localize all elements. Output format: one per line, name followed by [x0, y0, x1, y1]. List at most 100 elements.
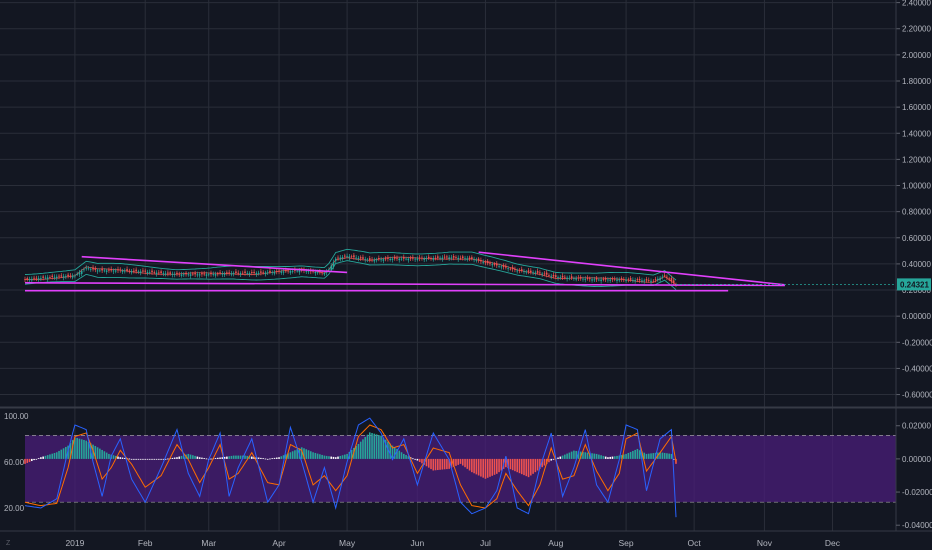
macd-histogram-bar [468, 458, 471, 471]
macd-histogram-bar [337, 456, 339, 459]
macd-histogram-bar [121, 457, 124, 459]
candle-body [557, 277, 559, 279]
oscillator-left-label: 60.00 [4, 458, 25, 467]
macd-histogram-bar [78, 438, 81, 459]
candle-body [611, 278, 614, 280]
oscillator-right-label: 0.02000 [902, 422, 931, 431]
macd-histogram-bar [294, 450, 296, 459]
candle-body [139, 271, 142, 273]
candle-body [602, 279, 605, 280]
macd-histogram-bar [341, 455, 344, 459]
macd-histogram-bar [613, 456, 616, 459]
candle-body [53, 276, 56, 278]
candle-body [85, 267, 88, 269]
oscillator-right-label: -0.02000 [902, 488, 932, 497]
candle-body [672, 280, 675, 283]
candle-body [573, 278, 575, 279]
macd-histogram-bar [627, 452, 630, 459]
macd-histogram-bar [192, 455, 194, 459]
candle-body [441, 257, 444, 260]
macd-histogram-bar [44, 455, 47, 459]
macd-histogram-bar [480, 458, 482, 477]
candle-body [214, 273, 217, 276]
candle-body [586, 277, 589, 279]
macd-histogram-bar [158, 458, 160, 460]
candle-body [105, 270, 108, 272]
candle-body [393, 257, 396, 259]
candle-body [205, 274, 208, 276]
candle-body [173, 274, 176, 275]
macd-histogram-bar [83, 440, 85, 459]
macd-histogram-bar [60, 449, 63, 459]
candle-body [198, 274, 201, 276]
macd-histogram-bar [101, 449, 103, 459]
macd-histogram-bar [230, 455, 233, 459]
macd-histogram-bar [237, 455, 240, 459]
candle-body [543, 273, 546, 275]
macd-histogram-bar [595, 453, 598, 459]
candle-body [500, 266, 503, 268]
macd-histogram-bar [473, 458, 475, 474]
macd-histogram-bar [196, 456, 199, 459]
macd-histogram-bar [198, 457, 201, 459]
macd-histogram-bar [135, 458, 137, 460]
candle-body [548, 275, 550, 276]
candle-body [46, 277, 49, 280]
candle-body [323, 273, 326, 275]
candle-body [169, 272, 171, 274]
candle-body [148, 272, 151, 273]
candle-body [287, 270, 289, 272]
macd-histogram-bar [334, 457, 337, 459]
candle-body [464, 258, 466, 260]
last-price-label: 0.24321 [900, 280, 929, 289]
macd-histogram-bar [607, 457, 609, 459]
candle-body [321, 272, 323, 274]
macd-histogram-bar [144, 458, 147, 460]
candle-body [518, 270, 521, 271]
candle-body [414, 258, 416, 260]
macd-histogram-bar [559, 456, 562, 459]
macd-histogram-bar [430, 458, 432, 470]
macd-histogram-bar [536, 458, 539, 471]
candle-body [187, 274, 190, 276]
oscillator-left-label: 20.00 [4, 504, 25, 513]
macd-histogram-bar [405, 455, 407, 459]
macd-histogram-bar [464, 458, 466, 468]
candle-body [482, 261, 484, 263]
candle-body [389, 258, 391, 260]
macd-histogram-bar [269, 458, 271, 460]
candle-body [657, 278, 659, 281]
candle-body [307, 271, 310, 273]
candle-body [396, 257, 398, 259]
candle-body [210, 272, 212, 275]
macd-histogram-bar [162, 458, 165, 460]
candle-body [248, 273, 251, 275]
candle-body [185, 272, 187, 275]
candle-body [289, 271, 292, 273]
macd-histogram-bar [647, 453, 650, 459]
candle-body [455, 257, 457, 258]
candle-body [604, 278, 607, 280]
candle-body [262, 272, 264, 274]
x-tick-label: Sep [619, 538, 634, 548]
macd-histogram-bar [221, 457, 224, 459]
macd-histogram-bar [666, 453, 668, 459]
macd-histogram-bar [203, 458, 205, 459]
candle-body [366, 259, 369, 261]
chart-canvas[interactable]: 2019 Feb Mar Apr May Jun Jul Aug Sep Oct Nov Dec 2.4… [0, 0, 932, 550]
macd-histogram-bar [273, 457, 276, 459]
candle-body [539, 272, 541, 274]
candle-body [616, 279, 618, 281]
candle-body [146, 271, 149, 274]
candle-body [575, 278, 577, 280]
candle-body [278, 270, 280, 272]
candle-body [151, 270, 153, 273]
price-axis-label: 1.20000 [902, 155, 931, 164]
macd-histogram-bar [645, 453, 648, 459]
macd-histogram-bar [378, 435, 380, 459]
candle-body [443, 256, 446, 258]
macd-histogram-bar [46, 455, 49, 459]
candle-body [409, 258, 412, 260]
macd-histogram-bar [357, 443, 360, 459]
macd-histogram-bar [661, 452, 664, 459]
